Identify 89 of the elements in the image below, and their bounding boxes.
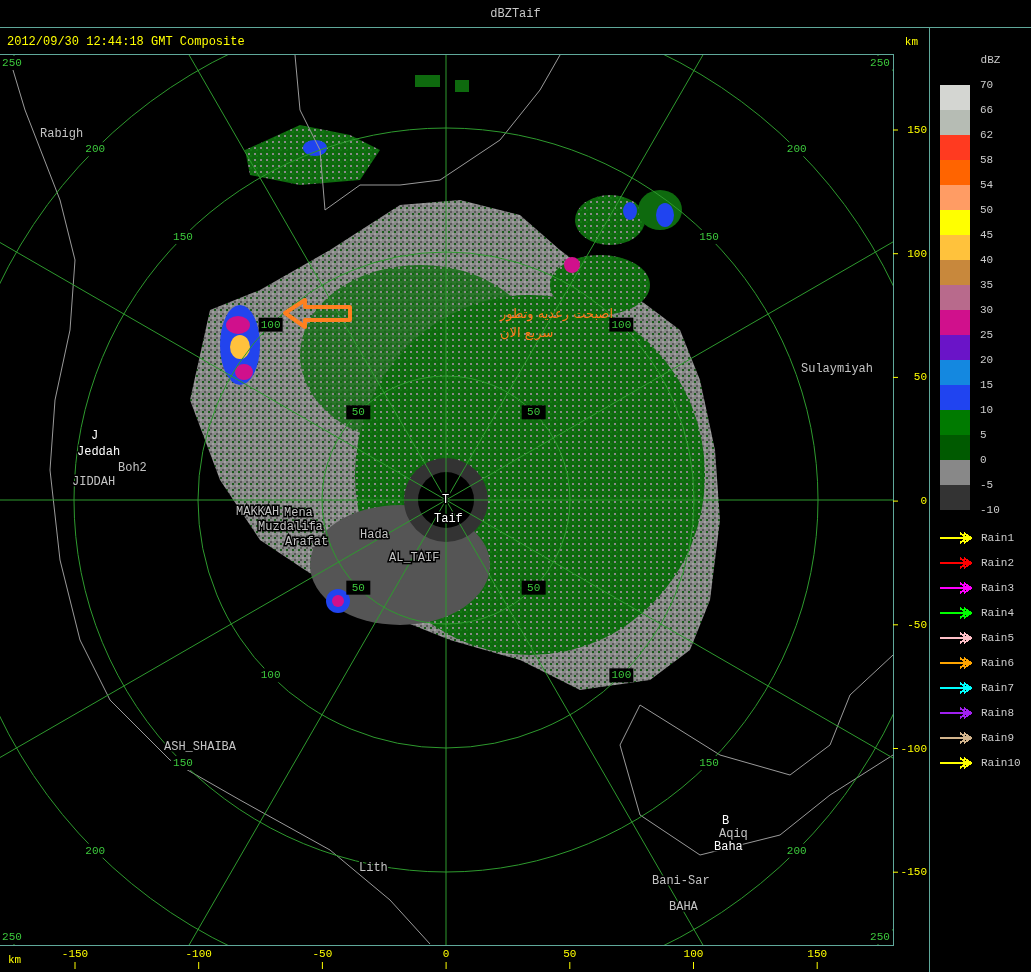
axis-tick-label: 150 xyxy=(907,124,927,136)
axis-tick-label: -150 xyxy=(61,948,89,960)
range-label: 150 xyxy=(173,230,193,243)
place-label: B xyxy=(722,814,730,828)
track-label: Rain7 xyxy=(981,681,1014,694)
axis-tick-label: 0 xyxy=(920,495,927,508)
track-label: Rain6 xyxy=(981,656,1014,669)
range-label: 150 xyxy=(699,757,719,770)
place-label: J xyxy=(91,429,99,443)
scale-label: 45 xyxy=(980,228,995,243)
timestamp: 2012/09/30 12:44:18 GMT Composite xyxy=(7,34,245,49)
place-label: ASH_SHAIBA xyxy=(164,740,236,754)
axis-tick-label: 150 xyxy=(807,948,828,960)
scale-label: 5 xyxy=(980,428,988,443)
scale-label: 62 xyxy=(980,128,995,143)
scale-label: 66 xyxy=(980,103,995,118)
range-label: 100 xyxy=(611,669,632,682)
range-label: 50 xyxy=(351,581,365,594)
annotation-text: سريع الان xyxy=(500,325,554,340)
scale-label: -10 xyxy=(980,503,1000,518)
place-label: Mena xyxy=(284,506,313,520)
axis-unit-label: km xyxy=(8,954,22,966)
axis-tick-label: 100 xyxy=(907,247,927,260)
scale-label: 25 xyxy=(980,328,995,343)
place-label: Sulaymiyah xyxy=(801,362,873,376)
range-label: 250 xyxy=(2,57,22,69)
axis-tick-label: -150 xyxy=(900,866,927,879)
range-label: 100 xyxy=(260,318,281,331)
place-label: Boh2 xyxy=(118,461,147,475)
axis-tick-label: -100 xyxy=(185,948,212,960)
scale-label: 50 xyxy=(980,203,995,218)
place-label: Aqiq xyxy=(719,827,748,841)
scale-label: 35 xyxy=(980,278,995,293)
track-label: Rain9 xyxy=(981,731,1014,744)
axis-tick-label: 50 xyxy=(913,371,927,384)
track-label: Rain10 xyxy=(981,756,1021,769)
axis-tick-label: 100 xyxy=(683,948,704,960)
range-label: 200 xyxy=(786,143,807,156)
scale-label: 0 xyxy=(980,453,988,468)
scale-label: 20 xyxy=(980,353,995,368)
range-label: 150 xyxy=(699,230,719,243)
range-label: 200 xyxy=(85,143,106,156)
range-label: 50 xyxy=(351,406,365,419)
place-label: Jeddah xyxy=(77,445,121,459)
scale-label: 10 xyxy=(980,403,995,418)
axis-tick-label: 0 xyxy=(442,948,450,960)
place-label: Muzdalifa xyxy=(258,520,323,534)
scale-label: 54 xyxy=(980,178,995,193)
scale-label: 70 xyxy=(980,78,995,93)
window-title: dBZTaif xyxy=(490,6,541,21)
axis-tick-label: -100 xyxy=(900,742,927,755)
axis-tick-label: 50 xyxy=(563,948,577,960)
track-label: Rain3 xyxy=(981,581,1014,594)
axis-tick-label: -50 xyxy=(907,618,927,631)
track-label: Rain4 xyxy=(981,606,1014,619)
range-label: 100 xyxy=(611,318,632,331)
range-label: 200 xyxy=(85,844,106,857)
axis-tick-label: -50 xyxy=(312,948,333,960)
place-label: Baha xyxy=(714,840,743,854)
place-label: Hada xyxy=(360,528,389,542)
legend-title: dBZ xyxy=(979,54,1002,66)
place-label: Bani-Sar xyxy=(652,874,710,888)
track-label: Rain5 xyxy=(981,631,1014,644)
scale-label: 40 xyxy=(980,253,995,268)
range-label: 50 xyxy=(527,406,541,419)
place-label: Arafat xyxy=(285,535,329,549)
range-label: 100 xyxy=(260,669,281,682)
place-label: AL_TAIF xyxy=(389,551,440,565)
range-label: 200 xyxy=(786,844,807,857)
place-label: Taif xyxy=(434,512,463,526)
place-label: BAHA xyxy=(669,900,698,914)
range-label: 250 xyxy=(2,931,22,943)
track-label: Rain1 xyxy=(981,531,1014,544)
range-label: 250 xyxy=(870,57,890,69)
scale-label: 30 xyxy=(980,303,995,318)
track-label: Rain2 xyxy=(981,556,1014,569)
range-label: 250 xyxy=(870,931,890,943)
place-label: Rabigh xyxy=(40,127,84,141)
annotation-text: اصبحت رعديه وتطور xyxy=(500,306,613,321)
place-label: T xyxy=(442,493,450,507)
scale-label: 58 xyxy=(980,153,995,168)
range-label: 50 xyxy=(527,581,541,594)
range-label: 150 xyxy=(173,757,193,770)
unit-label: km xyxy=(904,35,918,48)
scale-label: -5 xyxy=(980,478,995,493)
track-label: Rain8 xyxy=(981,706,1014,719)
arrow-icon xyxy=(283,298,352,329)
place-label: Lith xyxy=(359,861,388,875)
scale-label: 15 xyxy=(980,378,995,393)
